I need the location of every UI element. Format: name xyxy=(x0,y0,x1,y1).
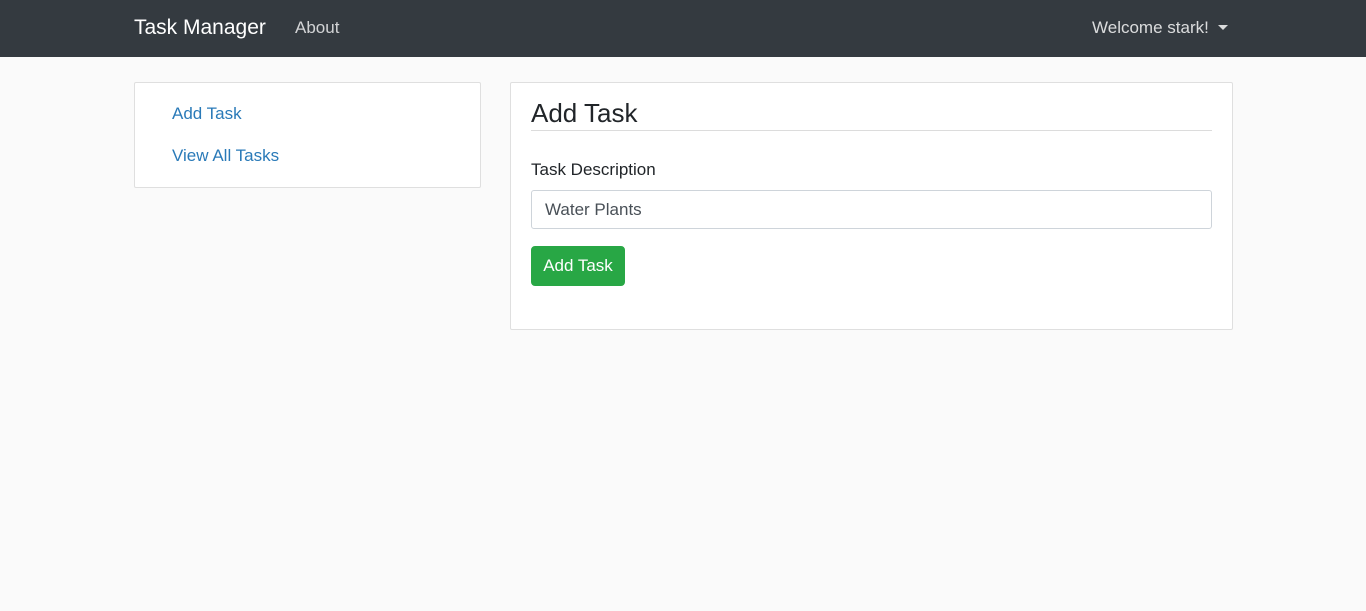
task-description-input[interactable] xyxy=(531,190,1212,229)
add-task-card: Add Task Task Description Add Task xyxy=(510,82,1233,330)
nav-link-about[interactable]: About xyxy=(295,17,339,39)
user-menu-label: Welcome stark! xyxy=(1092,18,1209,37)
sidebar-item-view-all-tasks[interactable]: View All Tasks xyxy=(172,145,279,167)
sidebar-card: Add Task View All Tasks xyxy=(134,82,481,188)
page-title: Add Task xyxy=(531,98,638,128)
top-navbar: Task Manager About Welcome stark! xyxy=(0,0,1366,57)
sidebar-item-add-task[interactable]: Add Task xyxy=(172,103,242,125)
caret-down-icon xyxy=(1217,24,1228,30)
brand-link[interactable]: Task Manager xyxy=(134,14,266,42)
user-menu-dropdown[interactable]: Welcome stark! xyxy=(1092,17,1228,39)
task-description-label: Task Description xyxy=(531,160,656,179)
add-task-button[interactable]: Add Task xyxy=(531,246,625,286)
title-divider xyxy=(531,130,1212,131)
